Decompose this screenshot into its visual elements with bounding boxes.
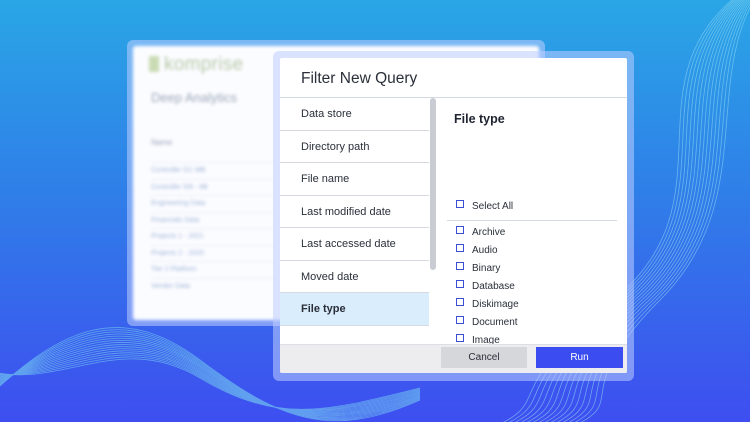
cancel-button[interactable]: Cancel bbox=[441, 347, 527, 368]
background-column-header: Name bbox=[151, 138, 173, 147]
file-type-option-document[interactable]: Document bbox=[456, 316, 518, 329]
background-table-row: Controller 5/8 - 6B bbox=[151, 178, 275, 196]
category-scrollbar-thumb[interactable] bbox=[430, 98, 436, 270]
background-table-row: Engineering Data bbox=[151, 195, 275, 212]
checkbox-icon bbox=[456, 262, 464, 270]
filter-category-data-store[interactable]: Data store bbox=[280, 98, 429, 131]
background-table-row: Projects 1 - 2021 bbox=[151, 228, 275, 245]
filter-category-last-accessed-date[interactable]: Last accessed date bbox=[280, 228, 429, 261]
filter-category-directory-path[interactable]: Directory path bbox=[280, 131, 429, 163]
file-type-option-audio[interactable]: Audio bbox=[456, 244, 498, 257]
file-type-option-database[interactable]: Database bbox=[456, 280, 515, 293]
checkbox-icon bbox=[456, 334, 464, 342]
background-table-row: Vendor Data bbox=[151, 277, 275, 295]
file-type-panel: File type Select All Archive Audio Binary D… bbox=[437, 98, 627, 344]
file-type-option-binary[interactable]: Binary bbox=[456, 262, 500, 275]
filter-category-moved-date[interactable]: Moved date bbox=[280, 261, 429, 293]
filter-category-file-name[interactable]: File name bbox=[280, 163, 429, 196]
filter-category-list: Data store Directory path File name Last mo… bbox=[280, 98, 429, 344]
filter-query-dialog: Filter New Query Data store Directory pat… bbox=[280, 58, 627, 373]
background-table-row: Controller 5/1 MB bbox=[151, 162, 275, 179]
checkbox-icon bbox=[456, 200, 464, 208]
background-table-row: Financials Data bbox=[151, 211, 275, 229]
filter-category-file-type[interactable]: File type bbox=[280, 293, 429, 326]
background-table-row: Projects 2 - 2020 bbox=[151, 244, 275, 262]
checkbox-icon bbox=[456, 298, 464, 306]
checkbox-icon bbox=[456, 316, 464, 324]
dialog-title: Filter New Query bbox=[301, 70, 418, 87]
filter-category-last-modified-date[interactable]: Last modified date bbox=[280, 196, 429, 228]
options-divider bbox=[447, 220, 617, 221]
file-type-option-diskimage[interactable]: Diskimage bbox=[456, 298, 519, 311]
logo-mark-icon bbox=[149, 56, 159, 72]
checkbox-icon bbox=[456, 280, 464, 288]
background-table-row: Tier 2 Platform bbox=[151, 261, 275, 278]
background-page-title: Deep Analytics bbox=[151, 90, 237, 105]
komprise-logo: komprise bbox=[149, 54, 243, 76]
checkbox-icon bbox=[456, 226, 464, 234]
select-all-checkbox[interactable]: Select All bbox=[456, 200, 513, 213]
file-type-option-image[interactable]: Image bbox=[456, 334, 500, 344]
run-button[interactable]: Run bbox=[536, 347, 623, 368]
checkbox-icon bbox=[456, 244, 464, 252]
file-type-option-archive[interactable]: Archive bbox=[456, 226, 505, 239]
panel-heading: File type bbox=[454, 112, 505, 126]
background-table: Controller 5/1 MB Controller 5/8 - 6B Engi… bbox=[151, 162, 275, 294]
